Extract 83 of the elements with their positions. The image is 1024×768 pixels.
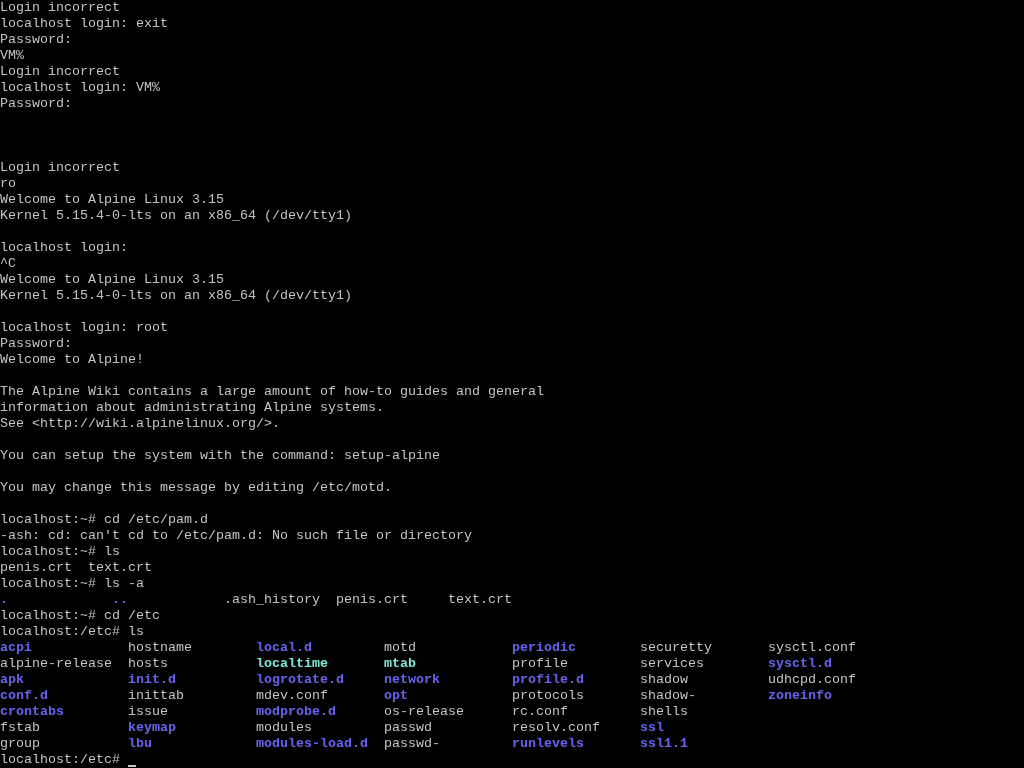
terminal-line: information about administrating Alpine systems. — [0, 400, 384, 416]
symlink-name: localtime — [256, 656, 328, 671]
file-name: modules — [256, 720, 312, 735]
file-name: shadow- — [640, 688, 696, 703]
terminal-line: localhost:~# cd /etc — [0, 608, 160, 624]
directory-name: apk — [0, 672, 24, 687]
file-name: issue — [128, 704, 168, 719]
directory-name: periodic — [512, 640, 576, 655]
file-name: shadow — [640, 672, 688, 687]
directory-name: sysctl.d — [768, 656, 832, 671]
file-name: text.crt — [448, 592, 512, 607]
terminal-line: VM% — [0, 48, 24, 64]
directory-name: acpi — [0, 640, 32, 655]
directory-name: local.d — [256, 640, 312, 655]
terminal-line: ^C — [0, 256, 16, 272]
file-name: .ash_history — [224, 592, 320, 607]
file-name: os-release — [384, 704, 464, 719]
file-name: profile — [512, 656, 568, 671]
directory-name: init.d — [128, 672, 176, 687]
terminal-line: Password: — [0, 96, 72, 112]
directory-name: . — [0, 592, 8, 607]
directory-name: lbu — [128, 736, 152, 751]
file-name: udhcpd.conf — [768, 672, 856, 687]
file-name: passwd — [384, 720, 432, 735]
terminal-line: localhost login: exit — [0, 16, 168, 32]
file-name: motd — [384, 640, 416, 655]
directory-name: profile.d — [512, 672, 584, 687]
terminal-line: Login incorrect — [0, 0, 120, 16]
file-name: rc.conf — [512, 704, 568, 719]
terminal-line: localhost login: — [0, 240, 128, 256]
terminal-line: The Alpine Wiki contains a large amount of how-to guides and general — [0, 384, 544, 400]
terminal-line: localhost login: VM% — [0, 80, 160, 96]
directory-name: modules-load.d — [256, 736, 368, 751]
terminal-line: You can setup the system with the command: setup-alpine — [0, 448, 440, 464]
directory-name: ssl — [640, 720, 664, 735]
terminal-line: localhost:/etc# — [0, 752, 120, 768]
file-name: penis.crt — [336, 592, 408, 607]
file-name: mdev.conf — [256, 688, 328, 703]
terminal-line: Welcome to Alpine Linux 3.15 — [0, 272, 224, 288]
file-name: passwd- — [384, 736, 440, 751]
file-name: fstab — [0, 720, 40, 735]
terminal-line: localhost:~# ls — [0, 544, 120, 560]
terminal-line: Password: — [0, 336, 72, 352]
terminal-line: localhost:/etc# ls — [0, 624, 144, 640]
directory-name: opt — [384, 688, 408, 703]
file-name: text.crt — [88, 560, 152, 575]
directory-name: zoneinfo — [768, 688, 832, 703]
terminal-line: Login incorrect — [0, 64, 120, 80]
terminal-line: localhost:~# ls -a — [0, 576, 144, 592]
directory-name: modprobe.d — [256, 704, 336, 719]
file-name: alpine-release — [0, 656, 112, 671]
symlink-name: mtab — [384, 656, 416, 671]
terminal-line: localhost:~# cd /etc/pam.d — [0, 512, 208, 528]
terminal-line: See <http://wiki.alpinelinux.org/>. — [0, 416, 280, 432]
directory-name: network — [384, 672, 440, 687]
file-name: resolv.conf — [512, 720, 600, 735]
file-name: inittab — [128, 688, 184, 703]
file-name: services — [640, 656, 704, 671]
directory-name: conf.d — [0, 688, 48, 703]
directory-name: crontabs — [0, 704, 64, 719]
terminal-line: You may change this message by editing /etc/motd. — [0, 480, 392, 496]
terminal-line: -ash: cd: can't cd to /etc/pam.d: No such file or directory — [0, 528, 472, 544]
file-name: group — [0, 736, 40, 751]
file-name: shells — [640, 704, 688, 719]
terminal-line: Kernel 5.15.4-0-lts on an x86_64 (/dev/tty1) — [0, 208, 352, 224]
file-name: hosts — [128, 656, 168, 671]
file-name: sysctl.conf — [768, 640, 856, 655]
file-name: protocols — [512, 688, 584, 703]
terminal-line: Kernel 5.15.4-0-lts on an x86_64 (/dev/tty1) — [0, 288, 352, 304]
directory-name: keymap — [128, 720, 176, 735]
file-name: hostname — [128, 640, 192, 655]
terminal-line: Password: — [0, 32, 72, 48]
directory-name: ssl1.1 — [640, 736, 688, 751]
terminal-line: Welcome to Alpine! — [0, 352, 144, 368]
file-name: securetty — [640, 640, 712, 655]
terminal-line: ro — [0, 176, 16, 192]
file-name: penis.crt — [0, 560, 72, 575]
directory-name: logrotate.d — [256, 672, 344, 687]
terminal-line: Login incorrect — [0, 160, 120, 176]
directory-name: .. — [112, 592, 128, 607]
terminal-line: localhost login: root — [0, 320, 168, 336]
directory-name: runlevels — [512, 736, 584, 751]
terminal-line: Welcome to Alpine Linux 3.15 — [0, 192, 224, 208]
